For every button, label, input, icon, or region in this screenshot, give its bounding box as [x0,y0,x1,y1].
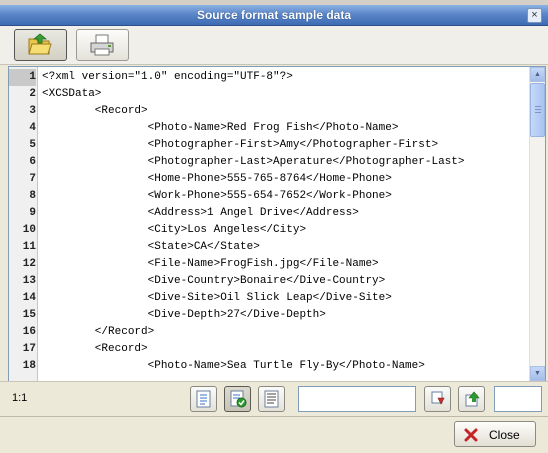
line-number: 7 [29,173,36,185]
open-folder-button[interactable] [14,29,67,61]
search-input[interactable] [298,386,416,412]
folder-open-icon [28,33,52,55]
code-line: <Work-Phone>555-654-7652</Work-Phone> [42,190,392,202]
close-red-x-icon [464,428,478,442]
cursor-position: 1:1 [12,392,28,404]
document-lines-icon [196,390,211,408]
document-text-icon [264,390,279,408]
code-line: <Photographer-Last>Aperature</Photograph… [42,156,465,168]
line-number: 1 [9,69,36,86]
line-number: 4 [29,122,36,134]
code-line: <Record> [42,105,148,117]
line-number: 2 [29,88,36,100]
code-line: <Dive-Country>Bonaire</Dive-Country> [42,275,386,287]
vertical-scrollbar[interactable]: ▲ ▼ [529,67,545,381]
line-number: 8 [29,190,36,202]
code-line: <State>CA</State> [42,241,260,253]
code-line: <XCSData> [42,88,102,100]
code-line: <Dive-Site>Oil Slick Leap</Dive-Site> [42,292,392,304]
close-button[interactable]: Close [454,421,536,447]
code-line: <Record> [42,343,148,355]
window-title: Source format sample data [196,8,352,22]
line-number: 6 [29,156,36,168]
line-number: 15 [22,309,36,321]
printer-icon [90,34,114,56]
line-number: 14 [22,292,36,304]
toolbar [0,26,548,65]
title-bar: Source format sample data × [0,5,548,26]
view-tree-button[interactable] [190,386,217,412]
view-text-button[interactable] [258,386,285,412]
line-number: 5 [29,139,36,151]
validate-button[interactable] [224,386,251,412]
line-number: 18 [22,360,36,372]
close-x-icon: × [531,9,538,21]
line-number: 17 [22,343,36,355]
code-line: <Dive-Depth>27</Dive-Depth> [42,309,326,321]
line-number: 11 [22,241,36,253]
scroll-down-arrow-icon[interactable]: ▼ [530,366,545,381]
find-previous-button[interactable] [458,386,485,412]
scrollbar-thumb[interactable] [530,83,545,137]
find-up-icon [465,391,480,407]
code-line: <Home-Phone>555-765-8764</Home-Phone> [42,173,392,185]
find-down-icon [431,391,445,405]
code-line: <Photo-Name>Sea Turtle Fly-By</Photo-Nam… [42,360,425,372]
line-number: 3 [29,105,36,117]
scroll-up-arrow-icon[interactable]: ▲ [530,67,545,82]
line-number: 9 [29,207,36,219]
goto-line-input[interactable] [494,386,542,412]
code-line: <?xml version="1.0" encoding="UTF-8"?> [42,71,293,83]
status-bar: 1:1 [0,381,548,416]
code-line: <File-Name>FrogFish.jpg</File-Name> [42,258,379,270]
window-close-button[interactable]: × [527,8,542,23]
find-next-button[interactable] [424,386,451,412]
line-number: 16 [22,326,36,338]
line-number: 12 [22,258,36,270]
code-line: <Photo-Name>Red Frog Fish</Photo-Name> [42,122,399,134]
line-number: 13 [22,275,36,287]
code-line: <Photographer-First>Amy</Photographer-Fi… [42,139,439,151]
dialog-footer: Close [0,416,548,453]
print-button[interactable] [76,29,129,61]
xml-editor[interactable]: 1 2 3 4 5 6 7 8 9 10 11 12 13 14 15 16 1… [8,66,546,382]
code-line: </Record> [42,326,155,338]
document-check-icon [230,390,247,408]
line-number-gutter: 1 2 3 4 5 6 7 8 9 10 11 12 13 14 15 16 1… [9,67,38,381]
line-number: 10 [22,224,36,236]
close-button-label: Close [489,428,520,442]
code-line: <City>Los Angeles</City> [42,224,307,236]
code-line: <Address>1 Angel Drive</Address> [42,207,359,219]
